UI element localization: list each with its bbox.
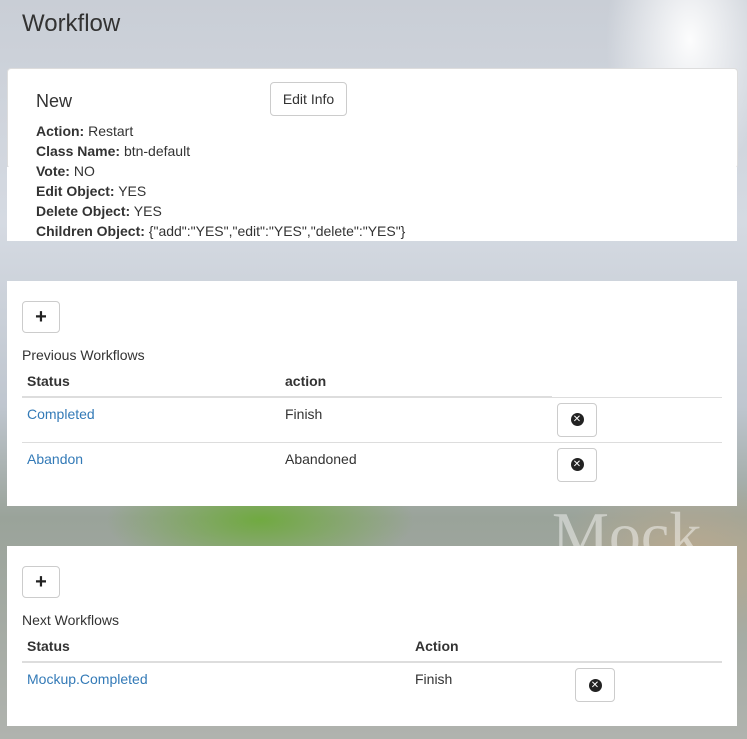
plus-icon: + [35, 570, 47, 593]
delete-cell: ✕ [552, 396, 722, 442]
column-header-empty [570, 631, 722, 663]
times-circle-icon: ✕ [570, 458, 584, 471]
info-field-label: Edit Object: [36, 183, 115, 199]
previous-workflows-title: Previous Workflows [22, 347, 145, 363]
times-circle-icon: ✕ [570, 413, 584, 426]
delete-row-button[interactable]: ✕ [575, 668, 615, 702]
info-field-vote: Vote: NO [36, 161, 405, 181]
table-header-row: Status Action [22, 631, 722, 663]
times-circle-icon: ✕ [588, 678, 602, 692]
status-link[interactable]: Mockup.Completed [22, 661, 410, 707]
delete-cell: ✕ [570, 661, 722, 707]
table-row: Abandon Abandoned ✕ [22, 441, 722, 487]
info-field-value: YES [133, 203, 162, 219]
info-field-label: Action: [36, 123, 85, 139]
plus-icon: + [35, 305, 47, 328]
status-link[interactable]: Abandon [22, 441, 280, 487]
info-field-label: Children Object: [36, 223, 145, 239]
next-workflows-title: Next Workflows [22, 612, 119, 628]
info-field-action: Action: Restart [36, 121, 405, 141]
next-workflows-table: Status Action Mockup.Completed Finish ✕ [22, 631, 722, 707]
table-row: Completed Finish ✕ [22, 396, 722, 442]
info-field-value: NO [73, 163, 95, 179]
action-cell: Finish [280, 396, 552, 442]
column-header-empty [552, 366, 722, 397]
workflow-info-fields: Action: Restart Class Name: btn-default … [36, 121, 405, 241]
delete-row-button[interactable]: ✕ [557, 402, 597, 437]
page-title: Workflow [22, 10, 121, 37]
column-header-status: Status [22, 366, 280, 398]
info-field-edit-object: Edit Object: YES [36, 181, 405, 201]
info-field-value: YES [118, 183, 147, 199]
edit-info-button[interactable]: Edit Info [270, 82, 347, 116]
action-cell: Abandoned [280, 441, 552, 487]
delete-cell: ✕ [552, 441, 722, 487]
info-field-delete-object: Delete Object: YES [36, 201, 405, 221]
info-field-class-name: Class Name: btn-default [36, 141, 405, 161]
delete-row-button[interactable]: ✕ [557, 447, 597, 482]
next-workflows-panel: + Next Workflows Status Action Mockup.Co… [7, 546, 737, 726]
info-field-label: Delete Object: [36, 203, 131, 219]
column-header-action: action [280, 366, 552, 398]
add-next-workflow-button[interactable]: + [22, 566, 60, 598]
column-header-status: Status [22, 631, 410, 663]
status-link[interactable]: Completed [22, 396, 280, 442]
info-field-children-object: Children Object: {"add":"YES","edit":"YE… [36, 221, 405, 241]
workflow-name: New [36, 91, 73, 111]
action-cell: Finish [410, 661, 570, 707]
add-previous-workflow-button[interactable]: + [22, 301, 60, 333]
info-field-value: Restart [88, 123, 134, 139]
previous-workflows-panel: + Previous Workflows Status action Compl… [7, 281, 737, 506]
info-field-value: {"add":"YES","edit":"YES","delete":"YES"… [148, 223, 406, 239]
table-header-row: Status action [22, 366, 722, 398]
column-header-action: Action [410, 631, 570, 663]
info-field-label: Vote: [36, 163, 70, 179]
table-row: Mockup.Completed Finish ✕ [22, 661, 722, 707]
info-field-label: Class Name: [36, 143, 121, 159]
previous-workflows-table: Status action Completed Finish ✕ Abandon… [22, 366, 722, 487]
info-field-value: btn-default [123, 143, 191, 159]
